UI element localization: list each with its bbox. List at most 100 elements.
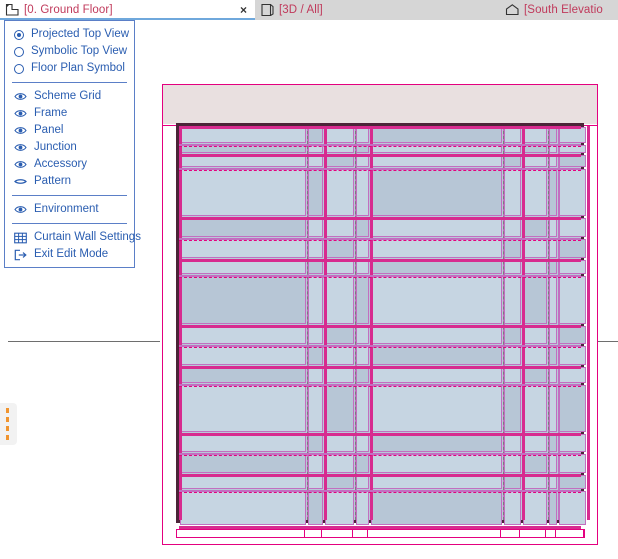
curtain-wall-panel [559, 475, 586, 489]
curtain-wall-panel [559, 239, 586, 258]
tab-3d-all[interactable]: [3D / All] [255, 0, 500, 20]
curtain-wall-panel [504, 169, 521, 216]
tab-label: [3D / All] [279, 4, 323, 16]
scheme-grid-line-vertical [307, 126, 308, 520]
exit-arrow-icon[interactable] [14, 249, 27, 261]
curtain-wall-panel [325, 434, 354, 452]
curtain-wall-panel [371, 367, 502, 383]
curtain-wall-panel [308, 475, 323, 489]
curtain-wall-panel [356, 276, 369, 324]
curtain-wall-panel [549, 367, 557, 383]
curtain-wall-panel [308, 276, 323, 324]
radio-icon[interactable] [14, 29, 24, 40]
curtain-wall-panel [549, 454, 557, 473]
selection-header-zone [163, 85, 597, 124]
menu-item-floor-plan-symbol[interactable]: Floor Plan Symbol [5, 60, 134, 77]
curtain-wall-panel [308, 127, 323, 143]
radio-icon[interactable] [14, 63, 24, 74]
curtain-wall-panel [559, 127, 586, 143]
curtain-wall-panel [180, 385, 306, 432]
curtain-wall-panel [523, 155, 547, 167]
eye-open-icon[interactable] [14, 159, 27, 170]
menu-item-frame[interactable]: Frame [5, 105, 134, 122]
base-dimension-tick [584, 529, 586, 538]
curtain-wall-panel [371, 155, 502, 167]
horizontal-mullion [179, 154, 581, 157]
curtain-wall-panel [180, 260, 306, 274]
curtain-wall-panel [356, 326, 369, 344]
curtain-wall-panel [325, 367, 354, 383]
curtain-wall-panel [371, 239, 502, 258]
curtain-wall-panel [523, 475, 547, 489]
curtain-wall-panel [325, 475, 354, 489]
curtain-wall-panel [559, 169, 586, 216]
curtain-wall-panel [325, 385, 354, 432]
menu-item-panel[interactable]: Panel [5, 122, 134, 139]
menu-item-label: Exit Edit Mode [34, 248, 109, 260]
curtain-wall-panel [325, 454, 354, 473]
curtain-wall-panel [504, 276, 521, 324]
horizontal-mullion [179, 325, 581, 328]
curtain-wall-panel [371, 434, 502, 452]
curtain-wall-element[interactable] [176, 123, 590, 529]
curtain-wall-panel [180, 475, 306, 489]
eye-closed-icon[interactable] [14, 176, 27, 187]
curtain-wall-panel [523, 491, 547, 525]
curtain-wall-panel [180, 491, 306, 525]
grid-settings-icon[interactable] [14, 232, 27, 244]
curtain-wall-panel [371, 260, 502, 274]
curtain-wall-panel [549, 127, 557, 143]
menu-item-junction[interactable]: Junction [5, 139, 134, 156]
curtain-wall-panel [523, 346, 547, 365]
context-menu[interactable]: Projected Top View Symbolic Top View Flo… [4, 20, 141, 268]
curtain-wall-panel [308, 155, 323, 167]
vertical-mullion [179, 126, 182, 520]
tab-ground-floor[interactable]: [0. Ground Floor] × [0, 0, 255, 20]
curtain-wall-panel [371, 385, 502, 432]
curtain-wall-panel [559, 218, 586, 237]
curtain-wall-panel [180, 127, 306, 143]
menu-item-label: Junction [34, 141, 77, 153]
curtain-wall-panel [356, 218, 369, 237]
menu-item-projected-top-view[interactable]: Projected Top View [5, 26, 134, 43]
base-dimension-tick [500, 529, 502, 538]
base-dimension-tick [304, 529, 306, 538]
curtain-wall-panel [371, 127, 502, 143]
menu-item-symbolic-top-view[interactable]: Symbolic Top View [5, 43, 134, 60]
scheme-grid-line-horizontal [179, 146, 581, 147]
menu-item-curtain-wall-settings[interactable]: Curtain Wall Settings [5, 229, 141, 246]
curtain-wall-panel [356, 491, 369, 525]
curtain-wall-panel [308, 260, 323, 274]
curtain-wall-panel [356, 367, 369, 383]
menu-separator-3 [12, 223, 127, 224]
curtain-wall-panel [180, 276, 306, 324]
curtain-wall-panel [180, 367, 306, 383]
curtain-wall-panel [325, 169, 354, 216]
curtain-wall-panel [371, 454, 502, 473]
eye-open-icon[interactable] [14, 142, 27, 153]
scheme-grid-line-vertical [548, 126, 549, 520]
curtain-wall-panel [559, 276, 586, 324]
eye-open-icon[interactable] [14, 108, 27, 119]
curtain-wall-panel [325, 239, 354, 258]
menu-item-environment[interactable]: Environment [5, 201, 134, 218]
curtain-wall-panel [559, 385, 586, 432]
curtain-wall-panel [549, 239, 557, 258]
menu-item-pattern[interactable]: Pattern [5, 173, 134, 190]
radio-icon[interactable] [14, 46, 24, 57]
tab-close-icon[interactable]: × [240, 3, 247, 17]
base-dimension-tick [176, 529, 178, 538]
edit-mode-marker[interactable] [0, 403, 17, 445]
menu-item-label: Panel [34, 124, 64, 136]
eye-open-icon[interactable] [14, 204, 27, 215]
menu-item-exit-edit-mode[interactable]: Exit Edit Mode [5, 246, 134, 263]
curtain-wall-panel [523, 326, 547, 344]
eye-open-icon[interactable] [14, 125, 27, 136]
menu-item-scheme-grid[interactable]: Scheme Grid [5, 88, 134, 105]
menu-item-accessory[interactable]: Accessory [5, 156, 134, 173]
curtain-wall-panel [356, 260, 369, 274]
tab-south-elevation[interactable]: [South Elevatio [500, 0, 618, 20]
curtain-wall-panel [504, 218, 521, 237]
floor-plan-icon [5, 3, 20, 17]
eye-open-icon[interactable] [14, 91, 27, 102]
